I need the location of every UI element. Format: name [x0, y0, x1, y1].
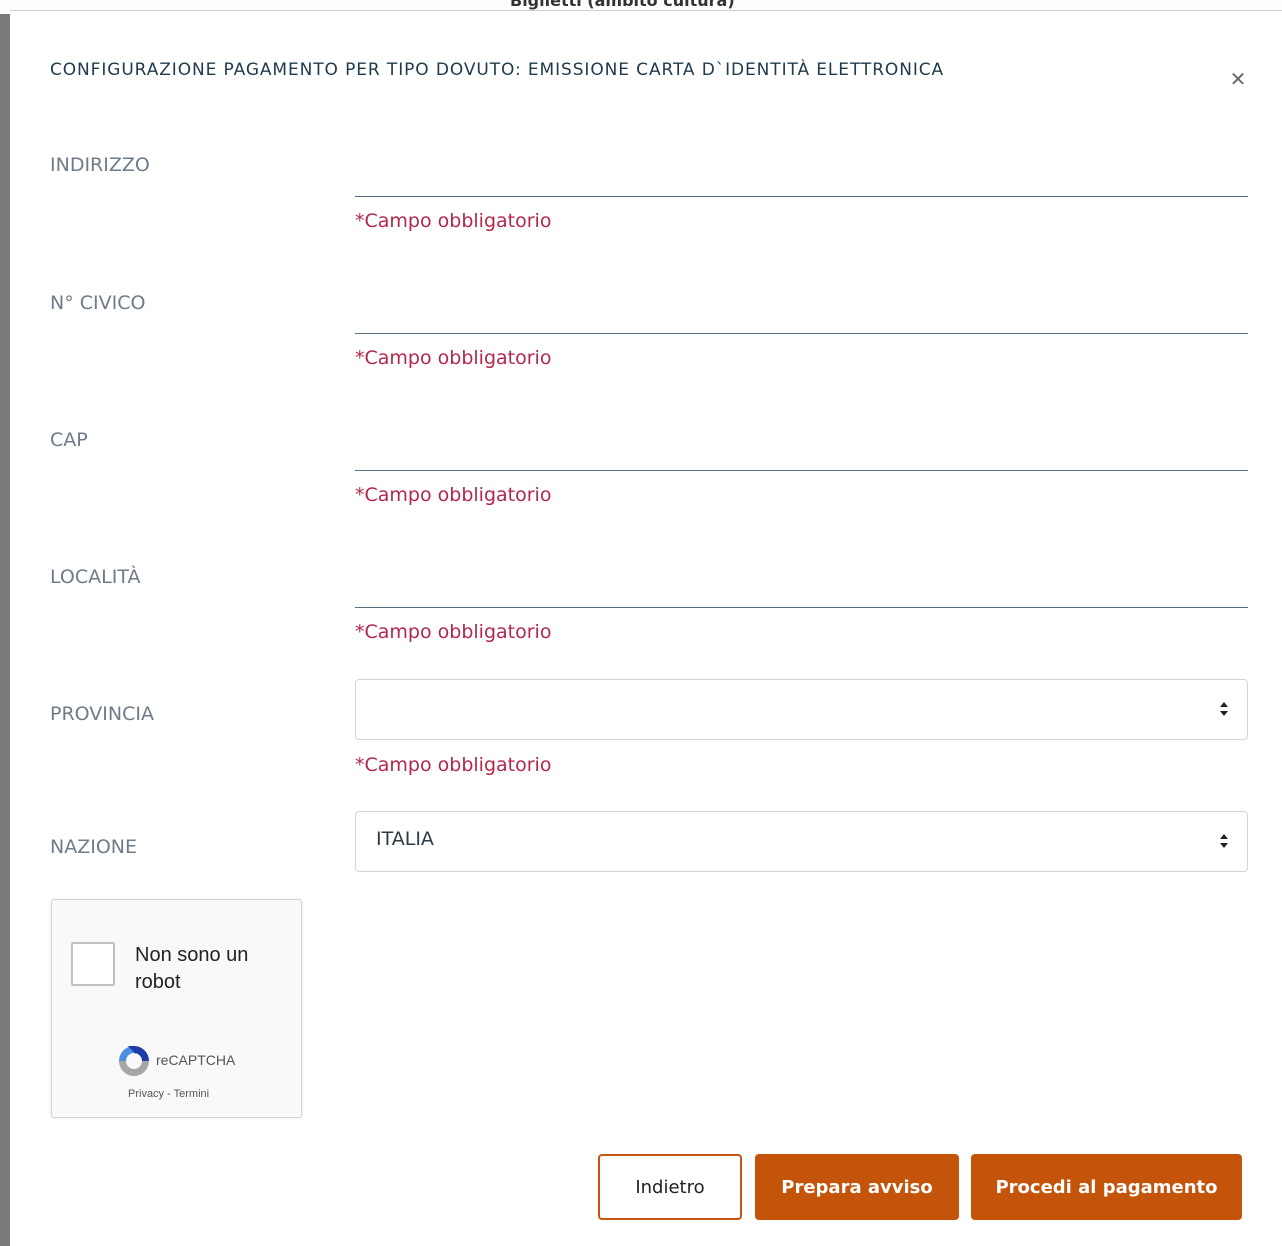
provincia-error: *Campo obbligatorio — [355, 754, 552, 776]
sort-caret-icon — [1220, 834, 1228, 848]
localita-input[interactable] — [355, 577, 1248, 608]
recaptcha-privacy-link[interactable]: Privacy — [128, 1088, 164, 1100]
recaptcha-separator: - — [164, 1088, 174, 1100]
cap-error: *Campo obbligatorio — [355, 484, 552, 506]
civico-error: *Campo obbligatorio — [355, 347, 552, 369]
recaptcha-terms-link[interactable]: Termini — [174, 1088, 209, 1100]
modal-title: CONFIGURAZIONE PAGAMENTO PER TIPO DOVUTO… — [50, 60, 945, 80]
recaptcha-label: Non sono un robot — [135, 944, 249, 993]
indirizzo-label: INDIRIZZO — [50, 154, 150, 176]
payment-config-modal: CONFIGURAZIONE PAGAMENTO PER TIPO DOVUTO… — [10, 10, 1282, 1246]
localita-label: LOCALITÀ — [50, 566, 141, 588]
civico-label: N° CIVICO — [50, 292, 146, 314]
recaptcha-widget: Non sono un robot reCAPTCHA Privacy - Te… — [51, 899, 302, 1118]
recaptcha-logo-icon — [119, 1046, 149, 1076]
recaptcha-brand: reCAPTCHA — [156, 1052, 236, 1068]
indirizzo-error: *Campo obbligatorio — [355, 210, 552, 232]
proceed-payment-button[interactable]: Procedi al pagamento — [971, 1154, 1242, 1220]
back-button[interactable]: Indietro — [598, 1154, 742, 1220]
cap-label: CAP — [50, 429, 88, 451]
nazione-select[interactable]: ITALIA — [355, 811, 1248, 872]
recaptcha-checkbox[interactable] — [71, 942, 115, 986]
nazione-selected-value: ITALIA — [376, 828, 434, 850]
cap-input[interactable] — [355, 440, 1248, 471]
nazione-label: NAZIONE — [50, 836, 138, 858]
background-heading: Biglietti (ambito cultura) — [510, 0, 735, 10]
provincia-label: PROVINCIA — [50, 703, 154, 725]
sort-caret-icon — [1220, 702, 1228, 716]
recaptcha-links: Privacy - Termini — [128, 1088, 209, 1100]
civico-input[interactable] — [355, 303, 1248, 334]
indirizzo-input[interactable] — [355, 166, 1248, 197]
provincia-select[interactable] — [355, 679, 1248, 740]
close-icon[interactable]: ✕ — [1226, 67, 1250, 91]
prepare-notice-button[interactable]: Prepara avviso — [755, 1154, 959, 1220]
localita-error: *Campo obbligatorio — [355, 621, 552, 643]
